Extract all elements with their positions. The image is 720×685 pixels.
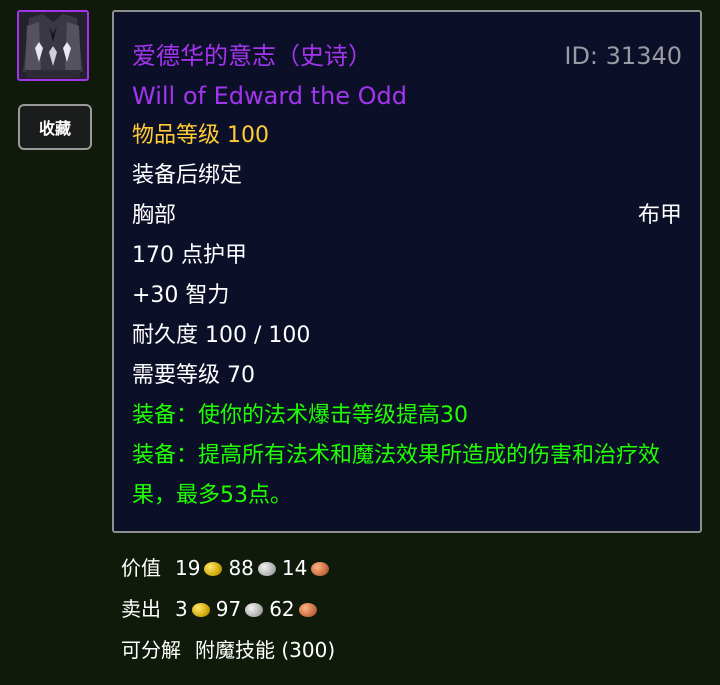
gold-coin-icon — [191, 603, 210, 617]
slot-row: 胸部 布甲 — [132, 196, 682, 236]
disenchant-value: 附魔技能 (300) — [195, 638, 336, 662]
required-level: 需要等级 70 — [132, 363, 255, 388]
disenchant-label: 可分解 — [121, 638, 181, 662]
silver-coin-icon — [257, 562, 276, 576]
item-name-cn: 爱德华的意志（史诗） — [132, 42, 372, 70]
sell-label: 卖出 — [121, 597, 161, 621]
bind-type: 装备后绑定 — [132, 163, 243, 188]
value-copper: 14 — [281, 556, 308, 580]
copper-coin-icon — [311, 562, 330, 576]
value-row: 价值 19 88 14 — [121, 553, 335, 583]
equip-effect-2: 装备：提高所有法术和魔法效果所造成的伤害和治疗效果，最多53点。 — [132, 443, 661, 508]
gold-coin-icon — [204, 562, 223, 576]
silver-coin-icon — [245, 603, 264, 617]
copper-coin-icon — [298, 603, 317, 617]
armor-value: 170 点护甲 — [132, 243, 247, 268]
item-slot: 胸部 — [132, 203, 177, 228]
disenchant-row: 可分解 附魔技能 (300) — [121, 635, 335, 665]
robe-chest-icon — [17, 10, 89, 81]
sell-gold: 3 — [175, 597, 188, 621]
equip-effect-1: 装备：使你的法术爆击等级提高30 — [132, 403, 468, 428]
item-id: ID: 31340 — [564, 42, 682, 70]
item-tooltip: 爱德华的意志（史诗） ID: 31340 Will of Edward the … — [112, 10, 702, 533]
sell-silver: 97 — [215, 597, 242, 621]
stat-intellect: +30 智力 — [132, 283, 230, 308]
sell-copper: 62 — [269, 597, 295, 621]
sell-row: 卖出 3 97 62 — [121, 594, 323, 624]
item-level: 物品等级 100 — [132, 123, 269, 148]
durability: 耐久度 100 / 100 — [132, 323, 311, 348]
item-name-en: Will of Edward the Odd — [132, 82, 408, 110]
favorite-button[interactable]: 收藏 — [18, 104, 92, 150]
value-silver: 88 — [228, 556, 254, 580]
title-row: 爱德华的意志（史诗） ID: 31340 — [132, 36, 682, 76]
value-gold: 19 — [175, 556, 201, 580]
armor-type: 布甲 — [637, 203, 682, 228]
value-label: 价值 — [121, 556, 161, 580]
